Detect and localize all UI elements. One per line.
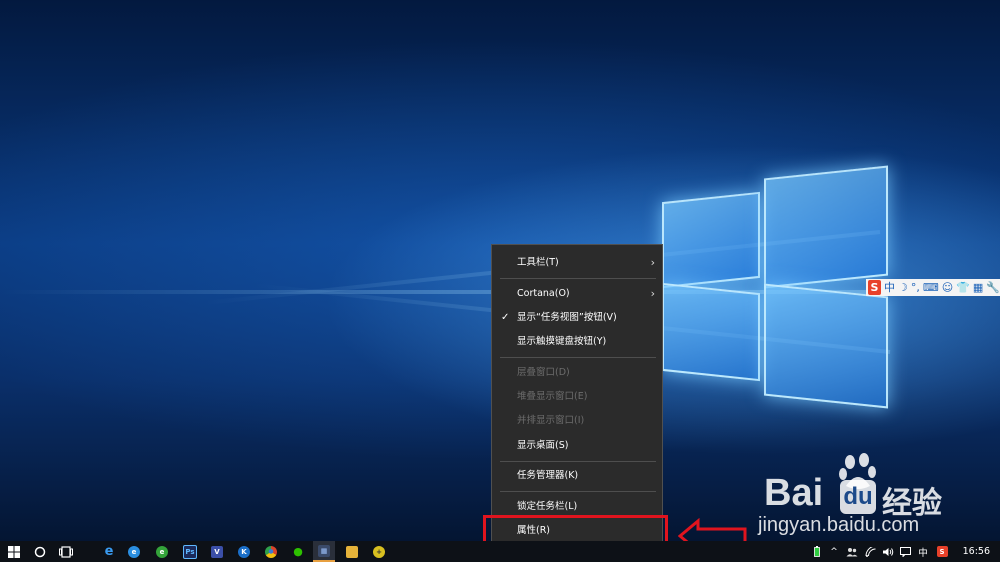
sogou-logo-icon[interactable]: S — [868, 280, 881, 295]
clock[interactable]: 16:56 — [963, 541, 990, 562]
watermark-du-badge: du — [840, 480, 876, 514]
kugou-icon: K — [238, 545, 250, 558]
menu-item-show-touch-keyboard[interactable]: 显示触摸键盘按钮(Y) — [492, 332, 662, 352]
menu-item-stack-windows: 堆叠显示窗口(E) — [492, 387, 662, 407]
menu-item-label: 工具栏(T) — [517, 257, 559, 268]
menu-separator — [500, 278, 656, 279]
speaker-icon — [883, 547, 894, 556]
message-icon — [899, 546, 911, 557]
wechat-icon: ● — [293, 545, 303, 558]
menu-separator — [500, 491, 656, 492]
people-icon — [846, 547, 858, 556]
skin-icon[interactable]: 👕 — [956, 280, 970, 295]
tray-app[interactable] — [845, 541, 859, 562]
windows-logo-pane — [764, 165, 888, 289]
visio-icon: V — [211, 545, 223, 558]
action-center-tray[interactable] — [898, 541, 912, 562]
taskbar-app-file-explorer[interactable]: ▬ — [344, 541, 360, 562]
taskbar-app-green[interactable]: e — [154, 541, 170, 562]
green-browser-icon: e — [156, 545, 168, 558]
grid-icon[interactable]: ▦ — [973, 280, 983, 295]
sogou-icon: S — [936, 546, 948, 557]
menu-item-label: 锁定任务栏(L) — [517, 501, 578, 512]
menu-item-show-desktop[interactable]: 显示桌面(S) — [492, 436, 662, 456]
battery-icon — [814, 546, 820, 557]
fullwidth-icon[interactable]: °, — [911, 280, 920, 295]
menu-item-lock-taskbar[interactable]: 锁定任务栏(L) — [492, 497, 662, 517]
chrome-icon: ● — [265, 545, 277, 558]
menu-item-cascade-windows: 层叠窗口(D) — [492, 363, 662, 383]
wifi-icon — [865, 546, 876, 557]
menu-item-show-task-view[interactable]: ✓ 显示“任务视图”按钮(V) — [492, 308, 662, 328]
taskbar-app-photoshop[interactable]: Ps — [182, 541, 198, 562]
menu-item-label: 堆叠显示窗口(E) — [517, 391, 588, 402]
menu-item-label: Cortana(O) — [517, 288, 570, 299]
menu-item-task-manager[interactable]: 任务管理器(K) — [492, 466, 662, 486]
punctuation-icon[interactable]: ☽ — [898, 280, 908, 295]
show-hidden-icons-button[interactable]: ^ — [828, 541, 840, 562]
menu-item-label: 任务管理器(K) — [517, 470, 579, 481]
keyboard-icon[interactable]: ⌨ — [923, 280, 939, 295]
taskbar-app-photo-viewer[interactable]: ▦ — [313, 541, 335, 562]
sogou-tray[interactable]: S — [935, 541, 949, 562]
windows-logo-pane — [662, 282, 760, 382]
taskbar-context-menu: 工具栏(T) › Cortana(O) › ✓ 显示“任务视图”按钮(V) 显示… — [491, 244, 663, 550]
chevron-right-icon: › — [650, 287, 655, 300]
menu-separator — [500, 357, 656, 358]
chevron-right-icon: › — [650, 256, 655, 269]
menu-item-cortana[interactable]: Cortana(O) › — [492, 284, 662, 304]
task-view-button[interactable] — [57, 541, 75, 562]
chevron-up-icon: ^ — [830, 546, 838, 557]
windows-start-icon — [8, 545, 20, 558]
taskbar-app-yellow[interactable]: + — [371, 541, 387, 562]
wrench-icon[interactable]: 🔧 — [986, 280, 1000, 295]
network-tray[interactable] — [864, 541, 878, 562]
taskbar[interactable]: e e e Ps V K ● ● ▦ ▬ + ^ 中 S 16:56 — [0, 541, 1000, 562]
baidu-jingyan-watermark: Bai du 经验 jingyan.baidu.com — [758, 452, 988, 542]
menu-item-label: 显示触摸键盘按钮(Y) — [517, 336, 607, 347]
cortana-circle-icon — [34, 546, 46, 557]
ime-toolbar[interactable]: S 中 ☽ °, ⌨ ☺ 👕 ▦ 🔧 — [866, 279, 1000, 296]
menu-item-side-by-side: 并排显示窗口(I) — [492, 411, 662, 431]
windows-logo-pane — [662, 191, 760, 289]
folder-icon: ▬ — [346, 545, 358, 558]
menu-item-label: 层叠窗口(D) — [517, 367, 570, 378]
taskbar-app-chrome[interactable]: ● — [263, 541, 279, 562]
windows-logo-pane — [764, 283, 888, 409]
watermark-brand-left: Bai — [764, 472, 824, 514]
browser-icon: e — [128, 545, 140, 558]
start-button[interactable] — [5, 541, 23, 562]
menu-item-label: 显示“任务视图”按钮(V) — [517, 312, 617, 323]
taskbar-app-kugou[interactable]: K — [236, 541, 252, 562]
cortana-button[interactable] — [31, 541, 49, 562]
volume-tray[interactable] — [881, 541, 895, 562]
checkmark-icon: ✓ — [501, 312, 510, 323]
menu-item-label: 并排显示窗口(I) — [517, 415, 585, 426]
user-icon[interactable]: ☺ — [942, 280, 953, 295]
taskbar-app-visio[interactable]: V — [209, 541, 225, 562]
taskbar-app-360-browser[interactable]: e — [126, 541, 142, 562]
edge-icon: e — [104, 544, 114, 559]
photo-viewer-icon: ▦ — [318, 544, 330, 557]
ime-mode-label[interactable]: 中 — [884, 280, 895, 295]
menu-item-label: 显示桌面(S) — [517, 440, 569, 451]
menu-separator — [500, 461, 656, 462]
task-view-icon — [59, 545, 73, 558]
yellow-app-icon: + — [373, 545, 385, 558]
taskbar-app-wechat[interactable]: ● — [290, 541, 306, 562]
watermark-url: jingyan.baidu.com — [758, 514, 920, 536]
taskbar-app-edge[interactable]: e — [101, 541, 117, 562]
photoshop-icon: Ps — [183, 544, 197, 559]
battery-tray[interactable] — [811, 541, 823, 562]
menu-item-toolbars[interactable]: 工具栏(T) › — [492, 253, 662, 273]
ime-mode-tray[interactable]: 中 — [916, 541, 930, 562]
